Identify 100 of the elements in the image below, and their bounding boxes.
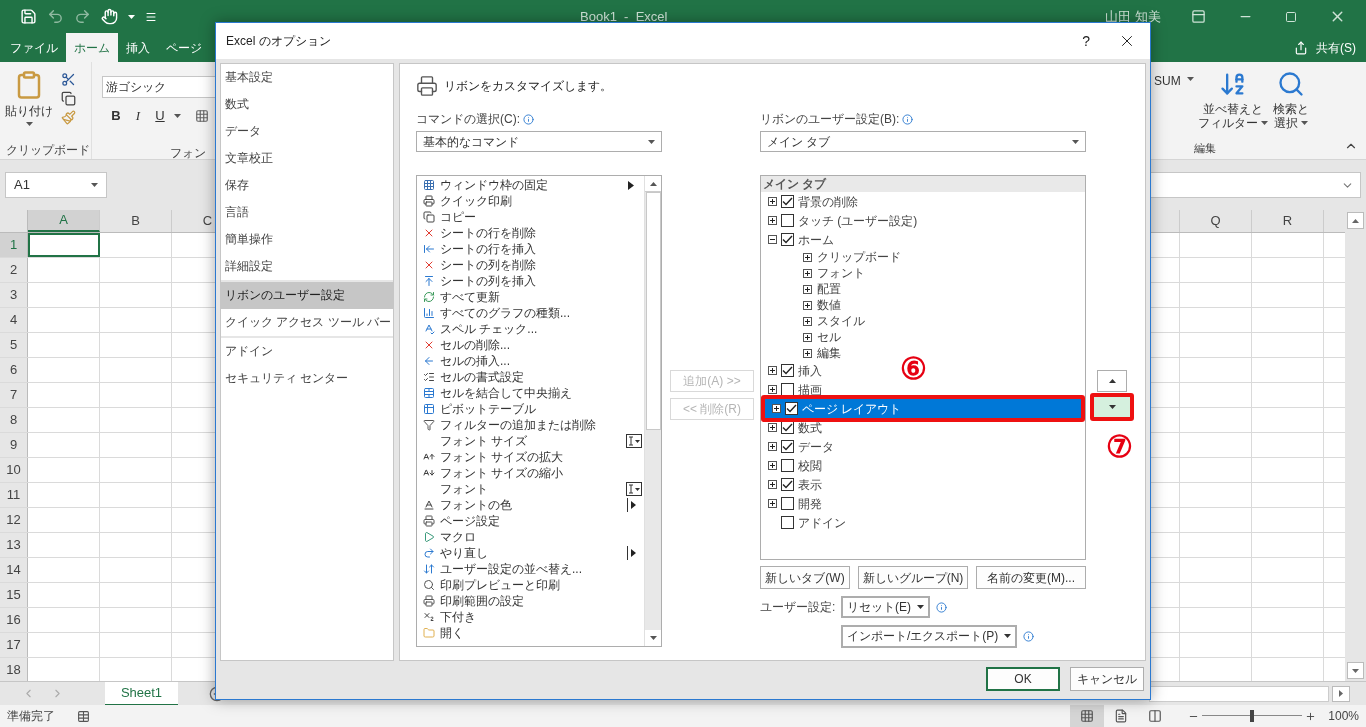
- tree-item[interactable]: 編集: [761, 345, 845, 361]
- zoom-in-icon[interactable]: [1305, 710, 1317, 722]
- row-header[interactable]: 12: [0, 508, 28, 532]
- checkbox[interactable]: [781, 478, 794, 491]
- row-header[interactable]: 17: [0, 633, 28, 657]
- tree-item[interactable]: セル: [761, 329, 845, 345]
- command-item[interactable]: ページ設定: [417, 513, 644, 529]
- command-item[interactable]: セルの書式設定: [417, 369, 644, 385]
- command-item[interactable]: スペル チェック...: [417, 321, 644, 337]
- expand-icon[interactable]: [768, 442, 777, 451]
- tree-item[interactable]: 背景の削除: [761, 192, 862, 211]
- ribbon-dropdown[interactable]: メイン タブ: [760, 131, 1086, 152]
- expand-icon[interactable]: [768, 461, 777, 470]
- nav-item[interactable]: セキュリティ センター: [221, 365, 393, 392]
- expand-icon[interactable]: [768, 423, 777, 432]
- command-item[interactable]: ユーザー設定の並べ替え...: [417, 561, 644, 577]
- row-header[interactable]: 6: [0, 358, 28, 382]
- command-item[interactable]: シートの行を挿入: [417, 241, 644, 257]
- autosum-label[interactable]: SUM: [1154, 72, 1181, 90]
- tree-item[interactable]: スタイル: [761, 313, 869, 329]
- selected-cell[interactable]: [28, 233, 100, 257]
- tree-button[interactable]: 新しいグループ(N): [858, 566, 968, 589]
- command-item[interactable]: 下付き: [417, 609, 644, 625]
- command-item[interactable]: セルの挿入...: [417, 353, 644, 369]
- row-header[interactable]: 5: [0, 333, 28, 357]
- checkbox[interactable]: [781, 459, 794, 472]
- tree-item[interactable]: 挿入: [761, 361, 826, 380]
- expand-icon[interactable]: [768, 480, 777, 489]
- restore-icon[interactable]: [1285, 10, 1297, 23]
- redo-icon[interactable]: [74, 8, 91, 25]
- tree-item[interactable]: ホーム: [761, 230, 838, 249]
- command-item[interactable]: ウィンドウ枠の固定: [417, 177, 644, 193]
- info-icon[interactable]: [1023, 630, 1035, 642]
- command-item[interactable]: フォント サイズの拡大: [417, 449, 644, 465]
- cancel-button[interactable]: キャンセル: [1070, 667, 1144, 691]
- ribbon-tab[interactable]: ページ: [158, 33, 210, 62]
- row-header[interactable]: 2: [0, 258, 28, 282]
- command-item[interactable]: コピー: [417, 209, 644, 225]
- expand-icon[interactable]: [803, 300, 812, 310]
- row-header[interactable]: 10: [0, 458, 28, 482]
- ribbon-tab[interactable]: ファイル: [2, 33, 66, 62]
- tree-item[interactable]: 配置: [761, 281, 845, 297]
- command-item[interactable]: シートの列を削除: [417, 257, 644, 273]
- nav-item[interactable]: 保存: [221, 172, 393, 199]
- scrollbar-thumb[interactable]: [645, 192, 661, 430]
- customize-icon[interactable]: [145, 10, 157, 23]
- checkbox[interactable]: [781, 214, 794, 227]
- nav-item[interactable]: 詳細設定: [221, 253, 393, 280]
- view-button[interactable]: [1070, 705, 1105, 727]
- info-icon[interactable]: [936, 601, 947, 613]
- share-button[interactable]: 共有(S): [1286, 33, 1364, 62]
- help-button[interactable]: ?: [1082, 30, 1090, 52]
- touch-icon[interactable]: [101, 8, 118, 25]
- nav-item[interactable]: 文章校正: [221, 145, 393, 172]
- checkbox[interactable]: [785, 402, 798, 415]
- command-item[interactable]: マクロ: [417, 529, 644, 545]
- expand-icon[interactable]: [768, 197, 777, 206]
- zoom-slider[interactable]: [1202, 709, 1303, 723]
- move-up-button[interactable]: [1097, 370, 1127, 392]
- sort-filter-button[interactable]: 並べ替えと フィルター: [1198, 70, 1268, 136]
- row-header[interactable]: 16: [0, 608, 28, 632]
- expand-icon[interactable]: [772, 404, 781, 413]
- tree-button[interactable]: 新しいタブ(W): [760, 566, 850, 589]
- command-item[interactable]: ピボットテーブル: [417, 401, 644, 417]
- nav-item[interactable]: クイック アクセス ツール バー: [221, 309, 393, 336]
- format-button[interactable]: B: [108, 106, 124, 126]
- expand-icon[interactable]: [803, 268, 812, 278]
- command-item[interactable]: フォント: [417, 481, 644, 497]
- column-header[interactable]: B: [100, 210, 172, 232]
- info-icon[interactable]: [902, 113, 914, 125]
- command-item[interactable]: セルの削除...: [417, 337, 644, 353]
- undo-icon[interactable]: [47, 8, 64, 25]
- ribbon-tab[interactable]: ホーム: [66, 33, 118, 62]
- command-item[interactable]: シートの行を削除: [417, 225, 644, 241]
- save-icon[interactable]: [20, 8, 37, 25]
- row-header[interactable]: 7: [0, 383, 28, 407]
- ok-button[interactable]: OK: [986, 667, 1060, 691]
- tree-item[interactable]: フォント: [761, 265, 869, 281]
- command-item[interactable]: フォントの色: [417, 497, 644, 513]
- command-item[interactable]: クイック印刷: [417, 193, 644, 209]
- column-header[interactable]: R: [1252, 210, 1324, 232]
- scissors-icon[interactable]: [61, 72, 76, 87]
- expand-icon[interactable]: [768, 366, 777, 375]
- move-down-button[interactable]: [1090, 393, 1134, 421]
- expand-icon[interactable]: [803, 284, 812, 294]
- row-header[interactable]: 4: [0, 308, 28, 332]
- row-header[interactable]: 14: [0, 558, 28, 582]
- checkbox[interactable]: [781, 440, 794, 453]
- checkbox[interactable]: [781, 497, 794, 510]
- vertical-scrollbar[interactable]: [1345, 210, 1366, 681]
- expand-icon[interactable]: [803, 348, 812, 358]
- row-header[interactable]: 15: [0, 583, 28, 607]
- expand-icon[interactable]: [768, 499, 777, 508]
- checkbox[interactable]: [781, 364, 794, 377]
- horizontal-scrollbar[interactable]: [1149, 685, 1329, 702]
- command-item[interactable]: すべてのグラフの種類...: [417, 305, 644, 321]
- ribbon-tab[interactable]: 挿入: [118, 33, 158, 62]
- command-item[interactable]: 印刷範囲の設定: [417, 593, 644, 609]
- command-item[interactable]: シートの列を挿入: [417, 273, 644, 289]
- row-header[interactable]: 9: [0, 433, 28, 457]
